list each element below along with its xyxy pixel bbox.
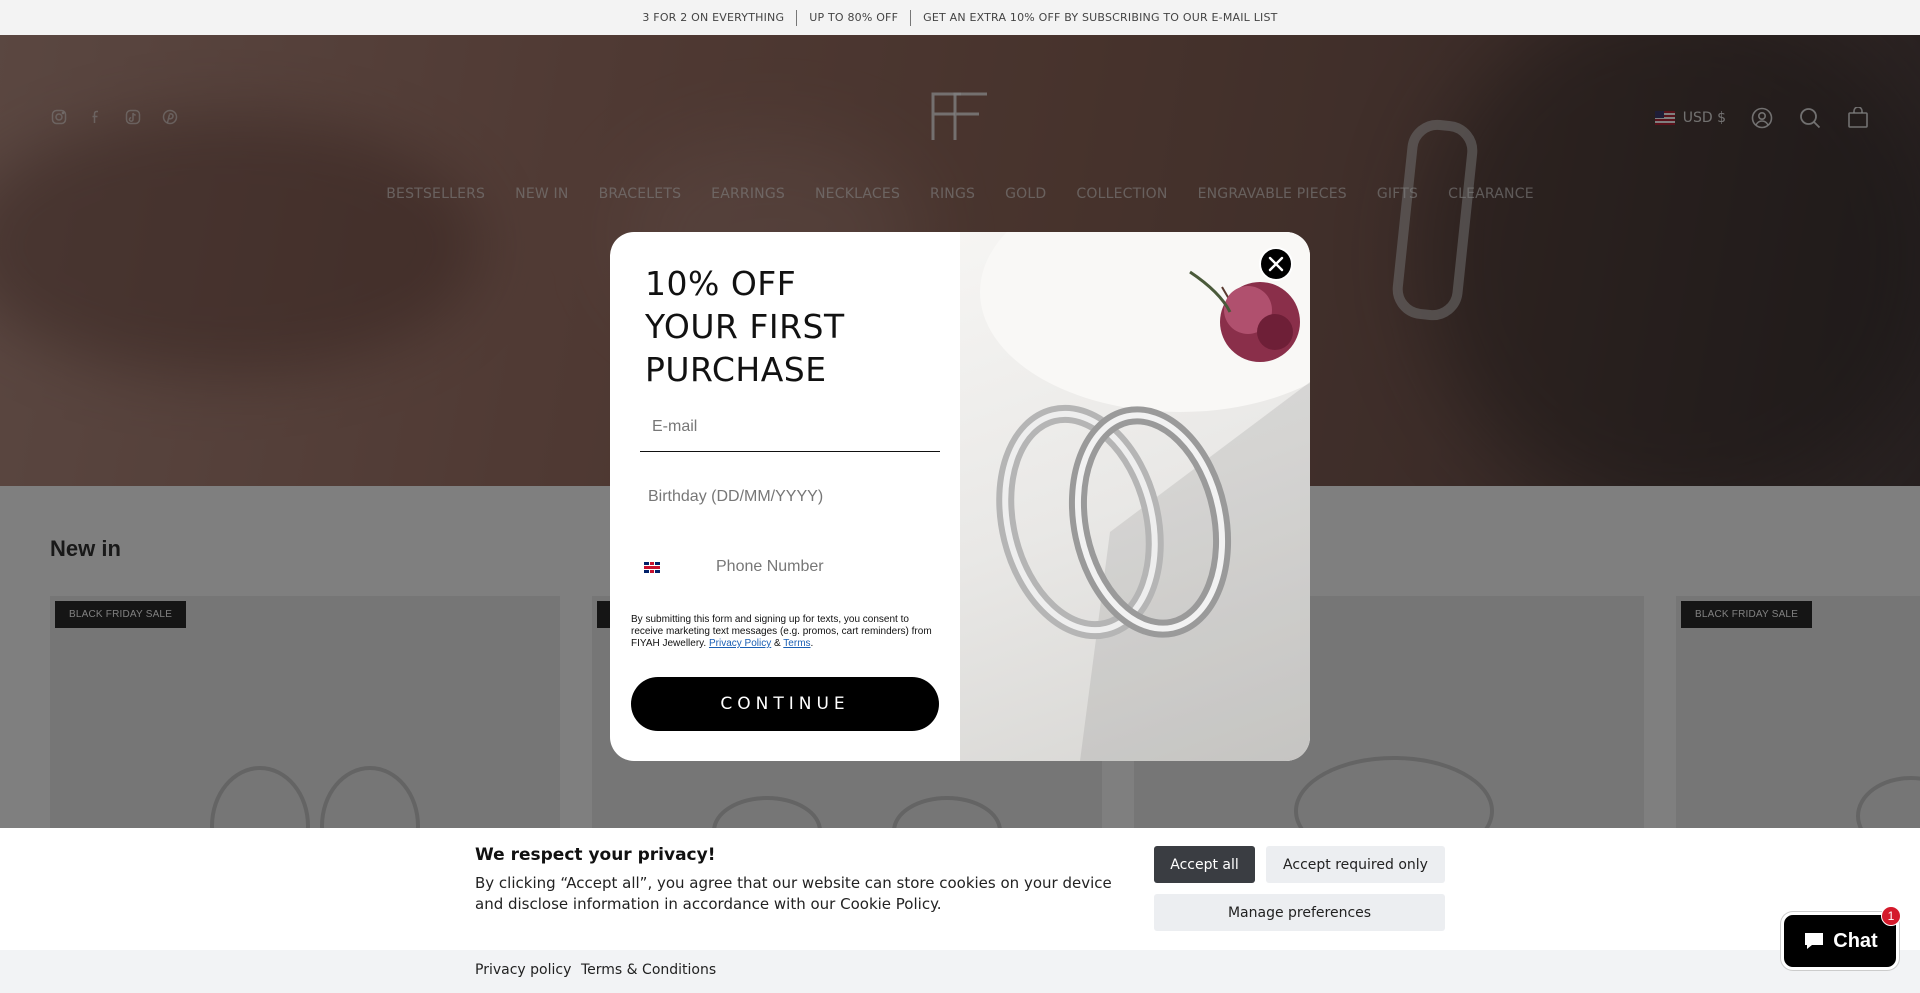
birthday-field[interactable]: Birthday (DD/MM/YYYY) [640, 472, 940, 522]
manage-preferences-button[interactable]: Manage preferences [1154, 894, 1445, 931]
headline-line: YOUR FIRST [645, 307, 845, 346]
accept-required-button[interactable]: Accept required only [1266, 846, 1445, 883]
cookie-banner: We respect your privacy! By clicking “Ac… [0, 828, 1920, 950]
continue-button[interactable]: CONTINUE [631, 677, 939, 731]
consent-text: By submitting this form and signing up f… [631, 614, 943, 650]
phone-field[interactable]: Phone Number [640, 542, 940, 592]
accept-all-button[interactable]: Accept all [1154, 846, 1255, 883]
close-icon [1268, 256, 1284, 272]
close-popup-button[interactable] [1259, 247, 1293, 281]
chat-label: Chat [1833, 929, 1878, 952]
uk-flag-icon[interactable] [644, 561, 660, 573]
headline-line: PURCHASE [645, 350, 827, 389]
privacy-policy-link[interactable]: Privacy policy [475, 962, 571, 978]
cookie-title: We respect your privacy! [475, 845, 716, 865]
birthday-placeholder: Birthday (DD/MM/YYYY) [648, 488, 824, 505]
announcement-message[interactable]: GET AN EXTRA 10% OFF BY SUBSCRIBING TO O… [911, 10, 1289, 26]
chat-icon [1805, 933, 1824, 949]
email-placeholder: E-mail [652, 417, 698, 435]
terms-conditions-link[interactable]: Terms & Conditions [581, 962, 716, 978]
announcement-message[interactable]: 3 FOR 2 ON EVERYTHING [630, 10, 796, 26]
privacy-policy-link[interactable]: Privacy Policy [709, 638, 771, 649]
email-field[interactable]: E-mail [640, 402, 940, 452]
signup-popup: 10% OFF YOUR FIRST PURCHASE E-mail Birth… [610, 232, 1310, 761]
headline-line: 10% OFF [645, 264, 797, 303]
hoop-earrings-image [980, 232, 1310, 761]
announcement-bar: 3 FOR 2 ON EVERYTHING UP TO 80% OFF GET … [0, 0, 1920, 35]
amp: & [774, 638, 781, 649]
cookie-links-bar: Privacy policy Terms & Conditions [0, 950, 1920, 993]
phone-placeholder: Phone Number [716, 558, 824, 575]
consent-body: By submitting this form and signing up f… [631, 614, 932, 649]
cookie-body: By clicking “Accept all”, you agree that… [475, 874, 1112, 913]
period: . [810, 638, 814, 649]
announcement-message[interactable]: UP TO 80% OFF [797, 10, 910, 26]
popup-form: 10% OFF YOUR FIRST PURCHASE E-mail Birth… [610, 232, 960, 761]
popup-headline: 10% OFF YOUR FIRST PURCHASE [645, 262, 845, 391]
terms-link[interactable]: Terms [783, 638, 810, 649]
popup-image [960, 232, 1310, 761]
chat-notification-badge: 1 [1881, 906, 1901, 926]
